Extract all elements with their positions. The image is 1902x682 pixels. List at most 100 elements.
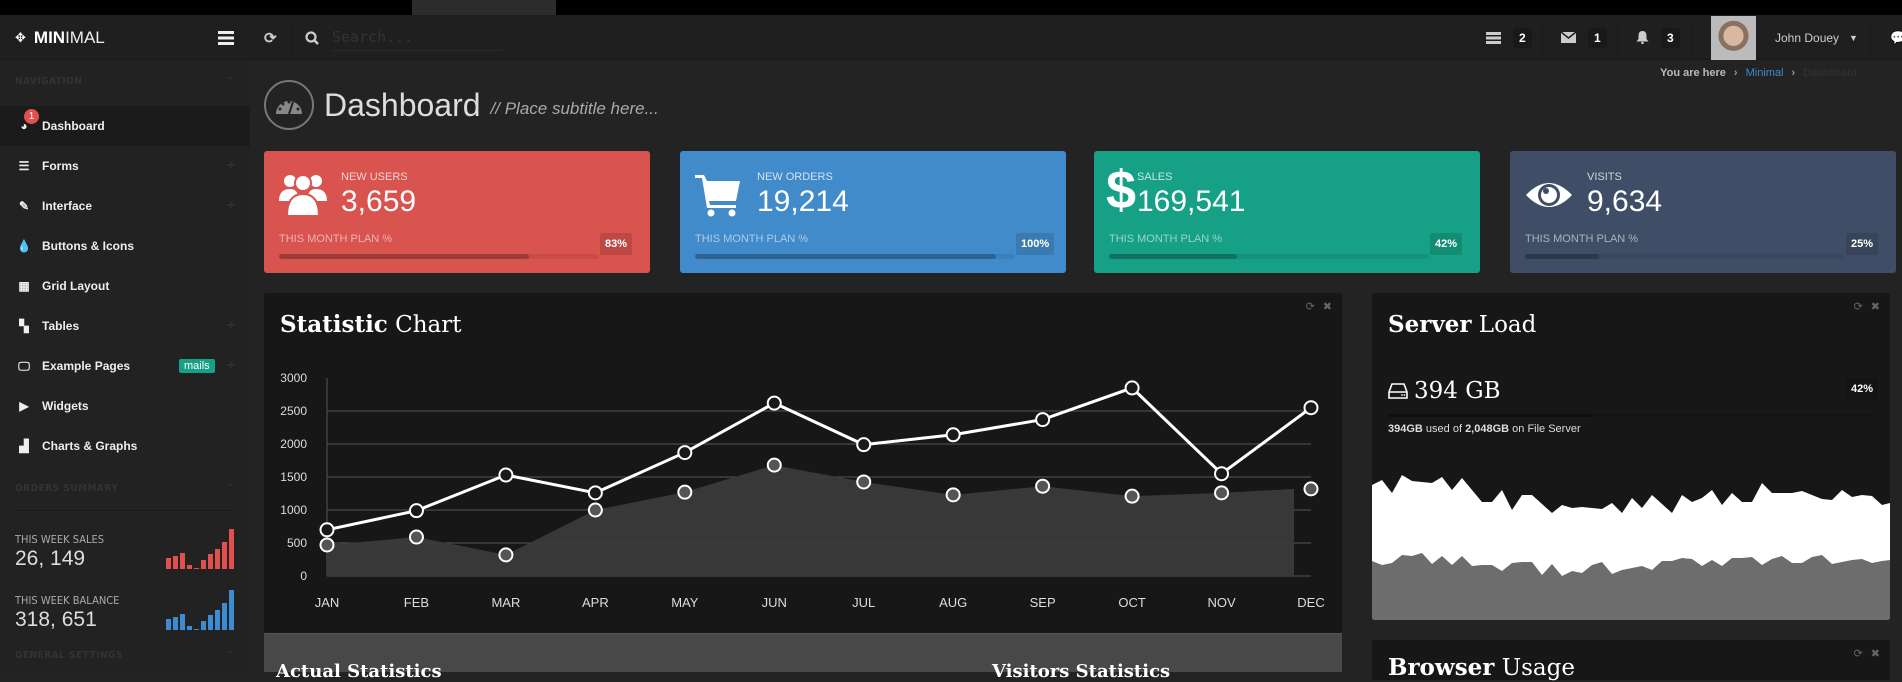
breadcrumb: You are here › Minimal › Dashboard <box>1660 67 1857 79</box>
sidebar-item-label: Charts & Graphs <box>42 439 138 453</box>
hdd-icon <box>1388 383 1408 399</box>
sparkline-bar <box>208 615 213 630</box>
plan-label: THIS MONTH PLAN % <box>1109 233 1223 245</box>
user-name: John Douey <box>1775 30 1840 45</box>
x-tick-label: SEP <box>1030 595 1056 610</box>
divider <box>1692 23 1693 53</box>
chat-button[interactable]: 💬 <box>1890 15 1902 60</box>
chevron-right-icon: › <box>1791 67 1796 79</box>
sidebar-item-dashboard[interactable]: ◕ 1 Dashboard <box>0 106 250 146</box>
divider <box>1542 23 1543 53</box>
sidebar-item-buttons-icons[interactable]: 💧 Buttons & Icons <box>0 226 250 266</box>
sparkline-bar <box>166 558 171 569</box>
visits-card: VISITS 9,634 THIS MONTH PLAN % 25% <box>1510 151 1896 273</box>
y-tick-label: 0 <box>300 569 307 583</box>
messages-notification[interactable]: 1 <box>1561 15 1607 60</box>
plan-progress-bar <box>695 254 1015 259</box>
avatar[interactable] <box>1711 16 1756 60</box>
sidebar-item-widgets[interactable]: ▶ Widgets <box>0 386 250 426</box>
panel-title-bold: Server <box>1388 311 1472 338</box>
search-input[interactable] <box>332 23 502 51</box>
sidebar-item-forms[interactable]: ☰ Forms + <box>0 146 250 186</box>
x-tick-label: MAY <box>671 595 699 610</box>
area-point <box>677 484 693 500</box>
menu-toggle-button[interactable] <box>218 15 234 60</box>
alerts-notification[interactable]: 3 <box>1636 15 1680 60</box>
divider <box>1617 23 1618 53</box>
storage-value: 394 GB <box>1414 378 1501 404</box>
search-button[interactable] <box>305 15 319 60</box>
dashboard-gauge-icon <box>264 80 314 130</box>
card-label: NEW ORDERS <box>757 171 833 183</box>
tasks-notification[interactable]: 2 <box>1486 15 1532 60</box>
expand-plus-icon[interactable]: + <box>226 197 235 215</box>
plan-progress-fill <box>279 254 529 259</box>
sidebar-item-tables[interactable]: ▚ Tables + <box>0 306 250 346</box>
area-point <box>1214 485 1230 501</box>
plan-label: THIS MONTH PLAN % <box>695 233 809 245</box>
expand-plus-icon[interactable]: + <box>226 317 235 335</box>
y-tick-label: 1000 <box>280 503 307 517</box>
x-tick-label: NOV <box>1207 595 1236 610</box>
card-value: 169,541 <box>1137 185 1246 218</box>
sparkline-bar <box>187 565 192 569</box>
server-load-panel: Server Load ⟳ ✖ 394 GB 42% 394GB used of… <box>1372 293 1890 620</box>
line-point <box>587 485 603 501</box>
y-tick-label: 500 <box>287 536 307 550</box>
sidebar-item-label: Forms <box>42 159 79 173</box>
collapse-icon[interactable]: ⌃ <box>226 483 234 494</box>
orders-section-title[interactable]: ORDERS SUMMARY <box>15 483 118 494</box>
sidebar-item-label: Buttons & Icons <box>42 239 134 253</box>
x-tick-label: OCT <box>1118 595 1146 610</box>
card-label: SALES <box>1137 171 1173 183</box>
storage-progress-bar <box>1388 414 1874 417</box>
panel-title: Server Load <box>1388 311 1536 338</box>
refresh-icon[interactable]: ⟳ <box>1854 647 1863 660</box>
sparkline-bar <box>208 554 213 569</box>
line-point <box>498 467 514 483</box>
x-tick-label: APR <box>582 595 609 610</box>
refresh-button[interactable]: ⟳ <box>264 15 277 60</box>
refresh-icon[interactable]: ⟳ <box>1854 300 1863 313</box>
close-icon[interactable]: ✖ <box>1871 300 1880 313</box>
line-point <box>766 395 782 411</box>
used-amount: 394GB <box>1388 423 1423 435</box>
y-tick-label: 1500 <box>280 470 307 484</box>
storage-percent: 42% <box>1845 378 1878 400</box>
brand-logo[interactable]: ✥ MINIMAL <box>15 15 105 60</box>
line-point <box>856 437 872 453</box>
collapse-icon[interactable]: ⌃ <box>226 650 234 661</box>
expand-plus-icon[interactable]: + <box>226 157 235 175</box>
alerts-count: 3 <box>1661 27 1680 48</box>
breadcrumb-link-minimal[interactable]: Minimal <box>1746 67 1784 79</box>
area-point <box>408 529 424 545</box>
sidebar-item-example-pages[interactable]: 🖵 Example Pages mails + <box>0 346 250 386</box>
sidebar-item-charts-graphs[interactable]: ▟ Charts & Graphs <box>0 426 250 466</box>
comments-icon: 💬 <box>1890 29 1902 45</box>
sales-card: $ SALES 169,541 THIS MONTH PLAN % 42% <box>1094 151 1480 273</box>
settings-section-title[interactable]: GENERAL SETTINGS <box>15 650 123 661</box>
sidebar-item-label: Example Pages <box>42 359 131 373</box>
sidebar-item-label: Dashboard <box>42 119 105 133</box>
top-header: ✥ MINIMAL ⟳ 2 1 3 <box>0 15 1902 60</box>
sidebar-item-interface[interactable]: ✎ Interface + <box>0 186 250 226</box>
user-menu[interactable]: John Douey ▼ <box>1775 15 1858 60</box>
collapse-icon[interactable]: ⌃ <box>226 76 234 87</box>
area-point <box>766 457 782 473</box>
week-balance-value: 318, 651 <box>15 608 97 631</box>
navigation-section-title[interactable]: NAVIGATION <box>15 76 82 87</box>
desc-text: on File Server <box>1509 423 1581 435</box>
x-tick-label: AUG <box>939 595 967 610</box>
week-sales-label: THIS WEEK SALES <box>15 533 105 546</box>
brand-bold: MIN <box>33 27 66 47</box>
plan-progress-bar <box>1109 254 1429 259</box>
close-icon[interactable]: ✖ <box>1871 647 1880 660</box>
browser-top-strip <box>0 0 1902 15</box>
area-point <box>856 474 872 490</box>
crosshair-icon: ✥ <box>15 29 26 45</box>
expand-plus-icon[interactable]: + <box>226 357 235 375</box>
area-point <box>319 537 335 553</box>
sidebar-item-grid-layout[interactable]: ▦ Grid Layout <box>0 266 250 306</box>
browser-tab[interactable] <box>412 0 556 15</box>
sidebar: NAVIGATION ⌃ ◕ 1 Dashboard ☰ Forms + ✎ I… <box>0 60 250 672</box>
